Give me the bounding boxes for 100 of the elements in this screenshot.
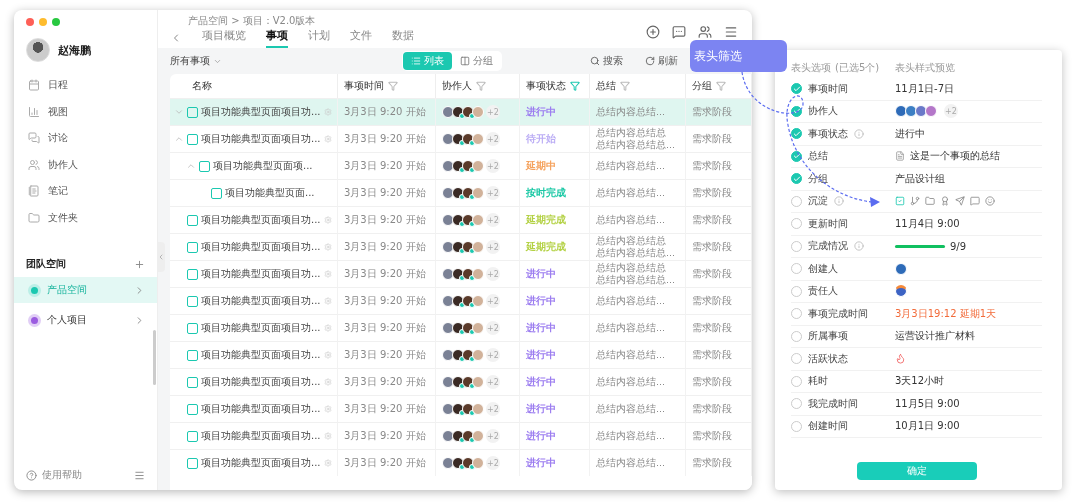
nav-item[interactable]: 讨论 bbox=[14, 125, 157, 152]
branch-icon bbox=[910, 196, 920, 207]
refresh-icon bbox=[645, 56, 655, 66]
send-icon bbox=[955, 196, 965, 207]
chevron-icon[interactable] bbox=[174, 134, 184, 144]
option-check[interactable] bbox=[791, 285, 802, 297]
tab[interactable]: 计划 bbox=[308, 27, 330, 48]
collapse-handle[interactable] bbox=[157, 242, 165, 272]
option-check[interactable] bbox=[791, 173, 802, 185]
option-check[interactable] bbox=[791, 83, 802, 95]
task-name: 项目功能典型页面项目功... bbox=[201, 105, 321, 119]
chat-icon[interactable] bbox=[672, 25, 686, 39]
summary-line: 总结内容总结... bbox=[596, 295, 666, 307]
menu-icon[interactable] bbox=[724, 25, 738, 39]
filter-icon[interactable] bbox=[716, 81, 726, 91]
gear-icon[interactable] bbox=[323, 216, 332, 224]
user-avatar[interactable] bbox=[26, 38, 50, 62]
gear-icon[interactable] bbox=[323, 270, 332, 278]
filter-icon[interactable] bbox=[620, 81, 630, 91]
chevron-icon[interactable] bbox=[174, 107, 184, 117]
close-button[interactable] bbox=[26, 18, 34, 26]
filter-dropdown[interactable]: 所有事项 bbox=[170, 54, 222, 68]
nav-item[interactable]: 协作人 bbox=[14, 151, 157, 178]
tab[interactable]: 数据 bbox=[392, 27, 414, 48]
option-check[interactable] bbox=[791, 240, 802, 252]
checkbox[interactable] bbox=[187, 241, 198, 253]
option-check[interactable] bbox=[791, 353, 802, 365]
minimize-button[interactable] bbox=[39, 18, 47, 26]
option-check[interactable] bbox=[791, 330, 802, 342]
space-item[interactable]: 个人项目 bbox=[14, 307, 157, 333]
checkbox[interactable] bbox=[187, 268, 198, 280]
gear-icon[interactable] bbox=[323, 324, 332, 332]
summary-line: 总结内容总结总 bbox=[596, 262, 667, 274]
chevron-icon[interactable] bbox=[186, 161, 196, 171]
option-check[interactable] bbox=[791, 105, 802, 117]
filter-icon[interactable] bbox=[388, 81, 398, 91]
tab[interactable]: 项目概览 bbox=[202, 27, 246, 48]
summary-line: 总结内容总结... bbox=[596, 430, 666, 442]
gear-icon[interactable] bbox=[323, 243, 332, 251]
gear-icon[interactable] bbox=[323, 405, 332, 413]
option-check[interactable] bbox=[791, 420, 802, 432]
filter-icon[interactable] bbox=[476, 81, 486, 91]
option-check[interactable] bbox=[791, 263, 802, 275]
menu-icon[interactable] bbox=[134, 469, 145, 481]
option-check[interactable] bbox=[791, 128, 802, 140]
status-text: 延期完成 bbox=[526, 213, 566, 227]
checkbox[interactable] bbox=[187, 349, 198, 361]
checkbox[interactable] bbox=[211, 187, 222, 199]
checkbox[interactable] bbox=[187, 133, 198, 145]
option-check[interactable] bbox=[791, 218, 802, 230]
search-icon bbox=[590, 56, 600, 66]
checkbox[interactable] bbox=[187, 295, 198, 307]
check-square-icon bbox=[895, 196, 905, 207]
more-count: +2 bbox=[486, 240, 500, 254]
filter-icon[interactable] bbox=[570, 81, 580, 91]
checkbox[interactable] bbox=[187, 430, 198, 442]
gear-icon[interactable] bbox=[323, 459, 332, 467]
option-check[interactable] bbox=[791, 375, 802, 387]
refresh-button[interactable]: 刷新 bbox=[639, 53, 684, 69]
option-check[interactable] bbox=[791, 150, 802, 162]
task-name: 项目功能典型页面项目功... bbox=[201, 294, 321, 308]
checkbox[interactable] bbox=[199, 160, 210, 172]
gear-icon[interactable] bbox=[323, 432, 332, 440]
gear-icon[interactable] bbox=[323, 135, 332, 143]
avatar-group-drawing bbox=[442, 106, 482, 118]
tab[interactable]: 文件 bbox=[350, 27, 372, 48]
checkbox[interactable] bbox=[187, 403, 198, 415]
avatar-group-drawing bbox=[442, 268, 482, 280]
view-toggle[interactable]: 分组 bbox=[452, 52, 501, 70]
checkbox[interactable] bbox=[187, 457, 198, 469]
checkbox[interactable] bbox=[187, 376, 198, 388]
gear-icon[interactable] bbox=[323, 108, 332, 116]
table-cell: 需求阶段 bbox=[686, 152, 752, 179]
table-cell: 需求阶段 bbox=[686, 368, 752, 395]
help-link[interactable]: 使用帮助 bbox=[42, 468, 82, 482]
nav-item[interactable]: 文件夹 bbox=[14, 204, 157, 231]
scrollbar[interactable] bbox=[153, 330, 156, 385]
summary-line: 总结内容总结... bbox=[596, 376, 666, 388]
option-check[interactable] bbox=[791, 195, 802, 207]
gear-icon[interactable] bbox=[323, 378, 332, 386]
summary-line: 总结内容总结总 bbox=[596, 235, 667, 247]
add-icon[interactable] bbox=[134, 258, 145, 270]
nav-item[interactable]: 日程 bbox=[14, 72, 157, 99]
progress-text: 9/9 bbox=[950, 240, 967, 252]
task-name: 项目功能典型页面项目功... bbox=[201, 348, 321, 362]
checkbox[interactable] bbox=[187, 214, 198, 226]
gear-icon[interactable] bbox=[323, 351, 332, 359]
nav-item[interactable]: 笔记 bbox=[14, 178, 157, 205]
nav-item[interactable]: 视图 bbox=[14, 98, 157, 125]
preview-text: 11月1日-7日 bbox=[895, 81, 956, 96]
search-button[interactable]: 搜索 bbox=[584, 53, 629, 69]
option-check[interactable] bbox=[791, 398, 802, 410]
people-icon[interactable] bbox=[698, 25, 712, 39]
gear-icon[interactable] bbox=[323, 297, 332, 305]
checkbox[interactable] bbox=[187, 106, 198, 118]
task-name: 项目功能典型页面项... bbox=[213, 159, 313, 173]
option-check[interactable] bbox=[791, 308, 802, 320]
maximize-button[interactable] bbox=[52, 18, 60, 26]
checkbox[interactable] bbox=[187, 322, 198, 334]
add-icon[interactable] bbox=[646, 25, 660, 39]
